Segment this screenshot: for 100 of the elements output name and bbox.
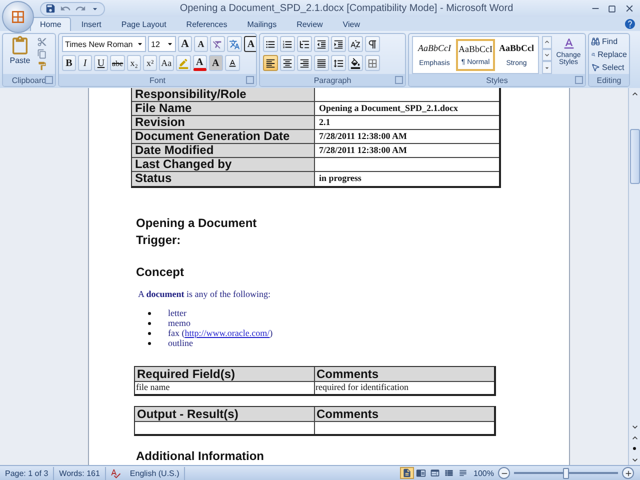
- help-icon: [624, 18, 636, 30]
- borders-button[interactable]: [365, 55, 380, 71]
- ribbon-tab[interactable]: Review: [286, 17, 333, 31]
- character-border-button[interactable]: A: [244, 36, 256, 52]
- align-button[interactable]: [280, 55, 295, 71]
- bullet-icon: [148, 332, 151, 334]
- show-marks-button[interactable]: [365, 36, 380, 52]
- format-button[interactable]: I: [78, 55, 92, 71]
- save-icon: [45, 3, 56, 14]
- word-count[interactable]: Words: 161: [54, 466, 106, 480]
- format-button[interactable]: x²: [143, 55, 158, 71]
- format-button[interactable]: x₂: [127, 55, 142, 71]
- bullet-list-icon: [265, 38, 276, 50]
- scroll-up-button[interactable]: [542, 36, 552, 49]
- format-button[interactable]: Aa: [159, 55, 174, 71]
- format-button[interactable]: B: [62, 55, 76, 71]
- heading: Trigger:: [135, 232, 182, 250]
- character-shading-button[interactable]: A: [208, 55, 223, 71]
- style-preview: AaBbCcl: [498, 43, 534, 54]
- ribbon-tab[interactable]: View: [332, 17, 370, 31]
- align-icon: [282, 58, 293, 68]
- decrease-indent-button[interactable]: [314, 36, 329, 52]
- list-item: memo: [168, 318, 190, 328]
- scroll-thumb[interactable]: [630, 129, 640, 184]
- format-button[interactable]: U: [94, 55, 108, 71]
- link[interactable]: http://www.oracle.com/: [184, 328, 270, 338]
- increase-indent-button[interactable]: [331, 36, 346, 52]
- table-cell: Document Generation Date: [132, 130, 315, 143]
- copy-button[interactable]: [37, 48, 47, 59]
- table-cell-text: 7/28/2011 12:38:00 AM: [318, 144, 408, 157]
- view-button[interactable]: [414, 467, 428, 479]
- table-cell: File Name: [132, 102, 315, 115]
- shrink-font-button[interactable]: A: [194, 36, 208, 52]
- multilevel-list-button[interactable]: [297, 36, 312, 52]
- clear-formatting-button[interactable]: [210, 36, 225, 52]
- align-icon: [265, 58, 276, 68]
- enclose-characters-button[interactable]: [224, 55, 240, 71]
- ribbon-tab[interactable]: Home: [30, 17, 72, 31]
- table-cell: Responsibility/Role: [132, 88, 315, 101]
- scroll-down-button[interactable]: [542, 48, 552, 62]
- group-label: Paragraph: [314, 76, 352, 84]
- vertical-scrollbar[interactable]: [628, 88, 640, 465]
- numbered-list-icon: [282, 38, 293, 50]
- zoom-out-button[interactable]: [498, 467, 510, 479]
- bullets-button[interactable]: [263, 36, 278, 52]
- table-cell: Last Changed by: [132, 158, 315, 171]
- group-label: Styles: [486, 76, 508, 84]
- line-spacing-button[interactable]: [331, 55, 346, 71]
- scissors-icon: [37, 36, 47, 46]
- heading: Concept: [135, 264, 185, 281]
- ribbon-tab[interactable]: Mailings: [237, 17, 287, 31]
- cut-button[interactable]: [37, 36, 47, 47]
- format-button[interactable]: abe: [110, 55, 126, 71]
- sort-button[interactable]: [348, 36, 363, 52]
- editing-button[interactable]: Find: [591, 35, 627, 47]
- table-cell-text: in progress: [318, 172, 362, 185]
- align-icon: [299, 58, 310, 68]
- heading: Opening a Document: [135, 215, 258, 232]
- align-button[interactable]: [263, 55, 278, 71]
- heading: Additional Information: [135, 448, 265, 465]
- zoom-level[interactable]: 100%: [470, 468, 498, 478]
- list-item: fax (http://www.oracle.com/): [168, 328, 273, 338]
- language[interactable]: English (U.S.): [124, 466, 186, 480]
- paste-button[interactable]: Paste: [6, 36, 34, 72]
- table-cell: Date Modified: [132, 144, 315, 157]
- grid-icon: [367, 58, 378, 68]
- numbering-button[interactable]: [280, 36, 295, 52]
- plus-icon: [624, 468, 632, 478]
- align-button[interactable]: [314, 55, 329, 71]
- ribbon-tab[interactable]: Insert: [71, 17, 112, 31]
- editing-button[interactable]: Replace: [591, 48, 627, 60]
- chevron-down-icon: [543, 51, 551, 59]
- font-size-field[interactable]: 12: [148, 36, 176, 52]
- style-preview: AaBbCcI: [418, 43, 451, 54]
- zoom-slider-thumb[interactable]: [563, 468, 569, 478]
- table-cell: file name: [135, 382, 314, 394]
- format-painter-button[interactable]: [37, 60, 47, 71]
- align-button[interactable]: [297, 55, 312, 71]
- indent-icon: [333, 38, 344, 50]
- font-color-button[interactable]: A: [192, 55, 207, 71]
- paragraph: A document is any of the following:: [137, 289, 272, 299]
- list-item: outline: [168, 338, 193, 348]
- style-preview: AaBbCcI: [458, 44, 492, 54]
- shading-button[interactable]: [348, 55, 363, 71]
- paintbrush-icon: [37, 60, 47, 70]
- pilcrow-icon: [367, 38, 378, 50]
- ribbon-tab[interactable]: Page Layout: [111, 17, 176, 31]
- group-label: Clipboard: [12, 76, 46, 84]
- ribbon-tab[interactable]: References: [176, 17, 238, 31]
- editing-button[interactable]: Select: [591, 61, 627, 73]
- zoom-in-button[interactable]: [622, 467, 634, 479]
- help-button[interactable]: [624, 18, 636, 30]
- close-icon: [624, 3, 634, 14]
- font-name-field[interactable]: Times New Roman: [62, 36, 146, 52]
- phonetic-guide-button[interactable]: [227, 36, 242, 52]
- bullet-icon: [148, 342, 151, 344]
- view-button[interactable]: [400, 467, 414, 479]
- group-label: Font: [149, 76, 166, 84]
- grow-font-button[interactable]: A: [178, 36, 192, 52]
- page-count[interactable]: Page: 1 of 3: [0, 466, 54, 480]
